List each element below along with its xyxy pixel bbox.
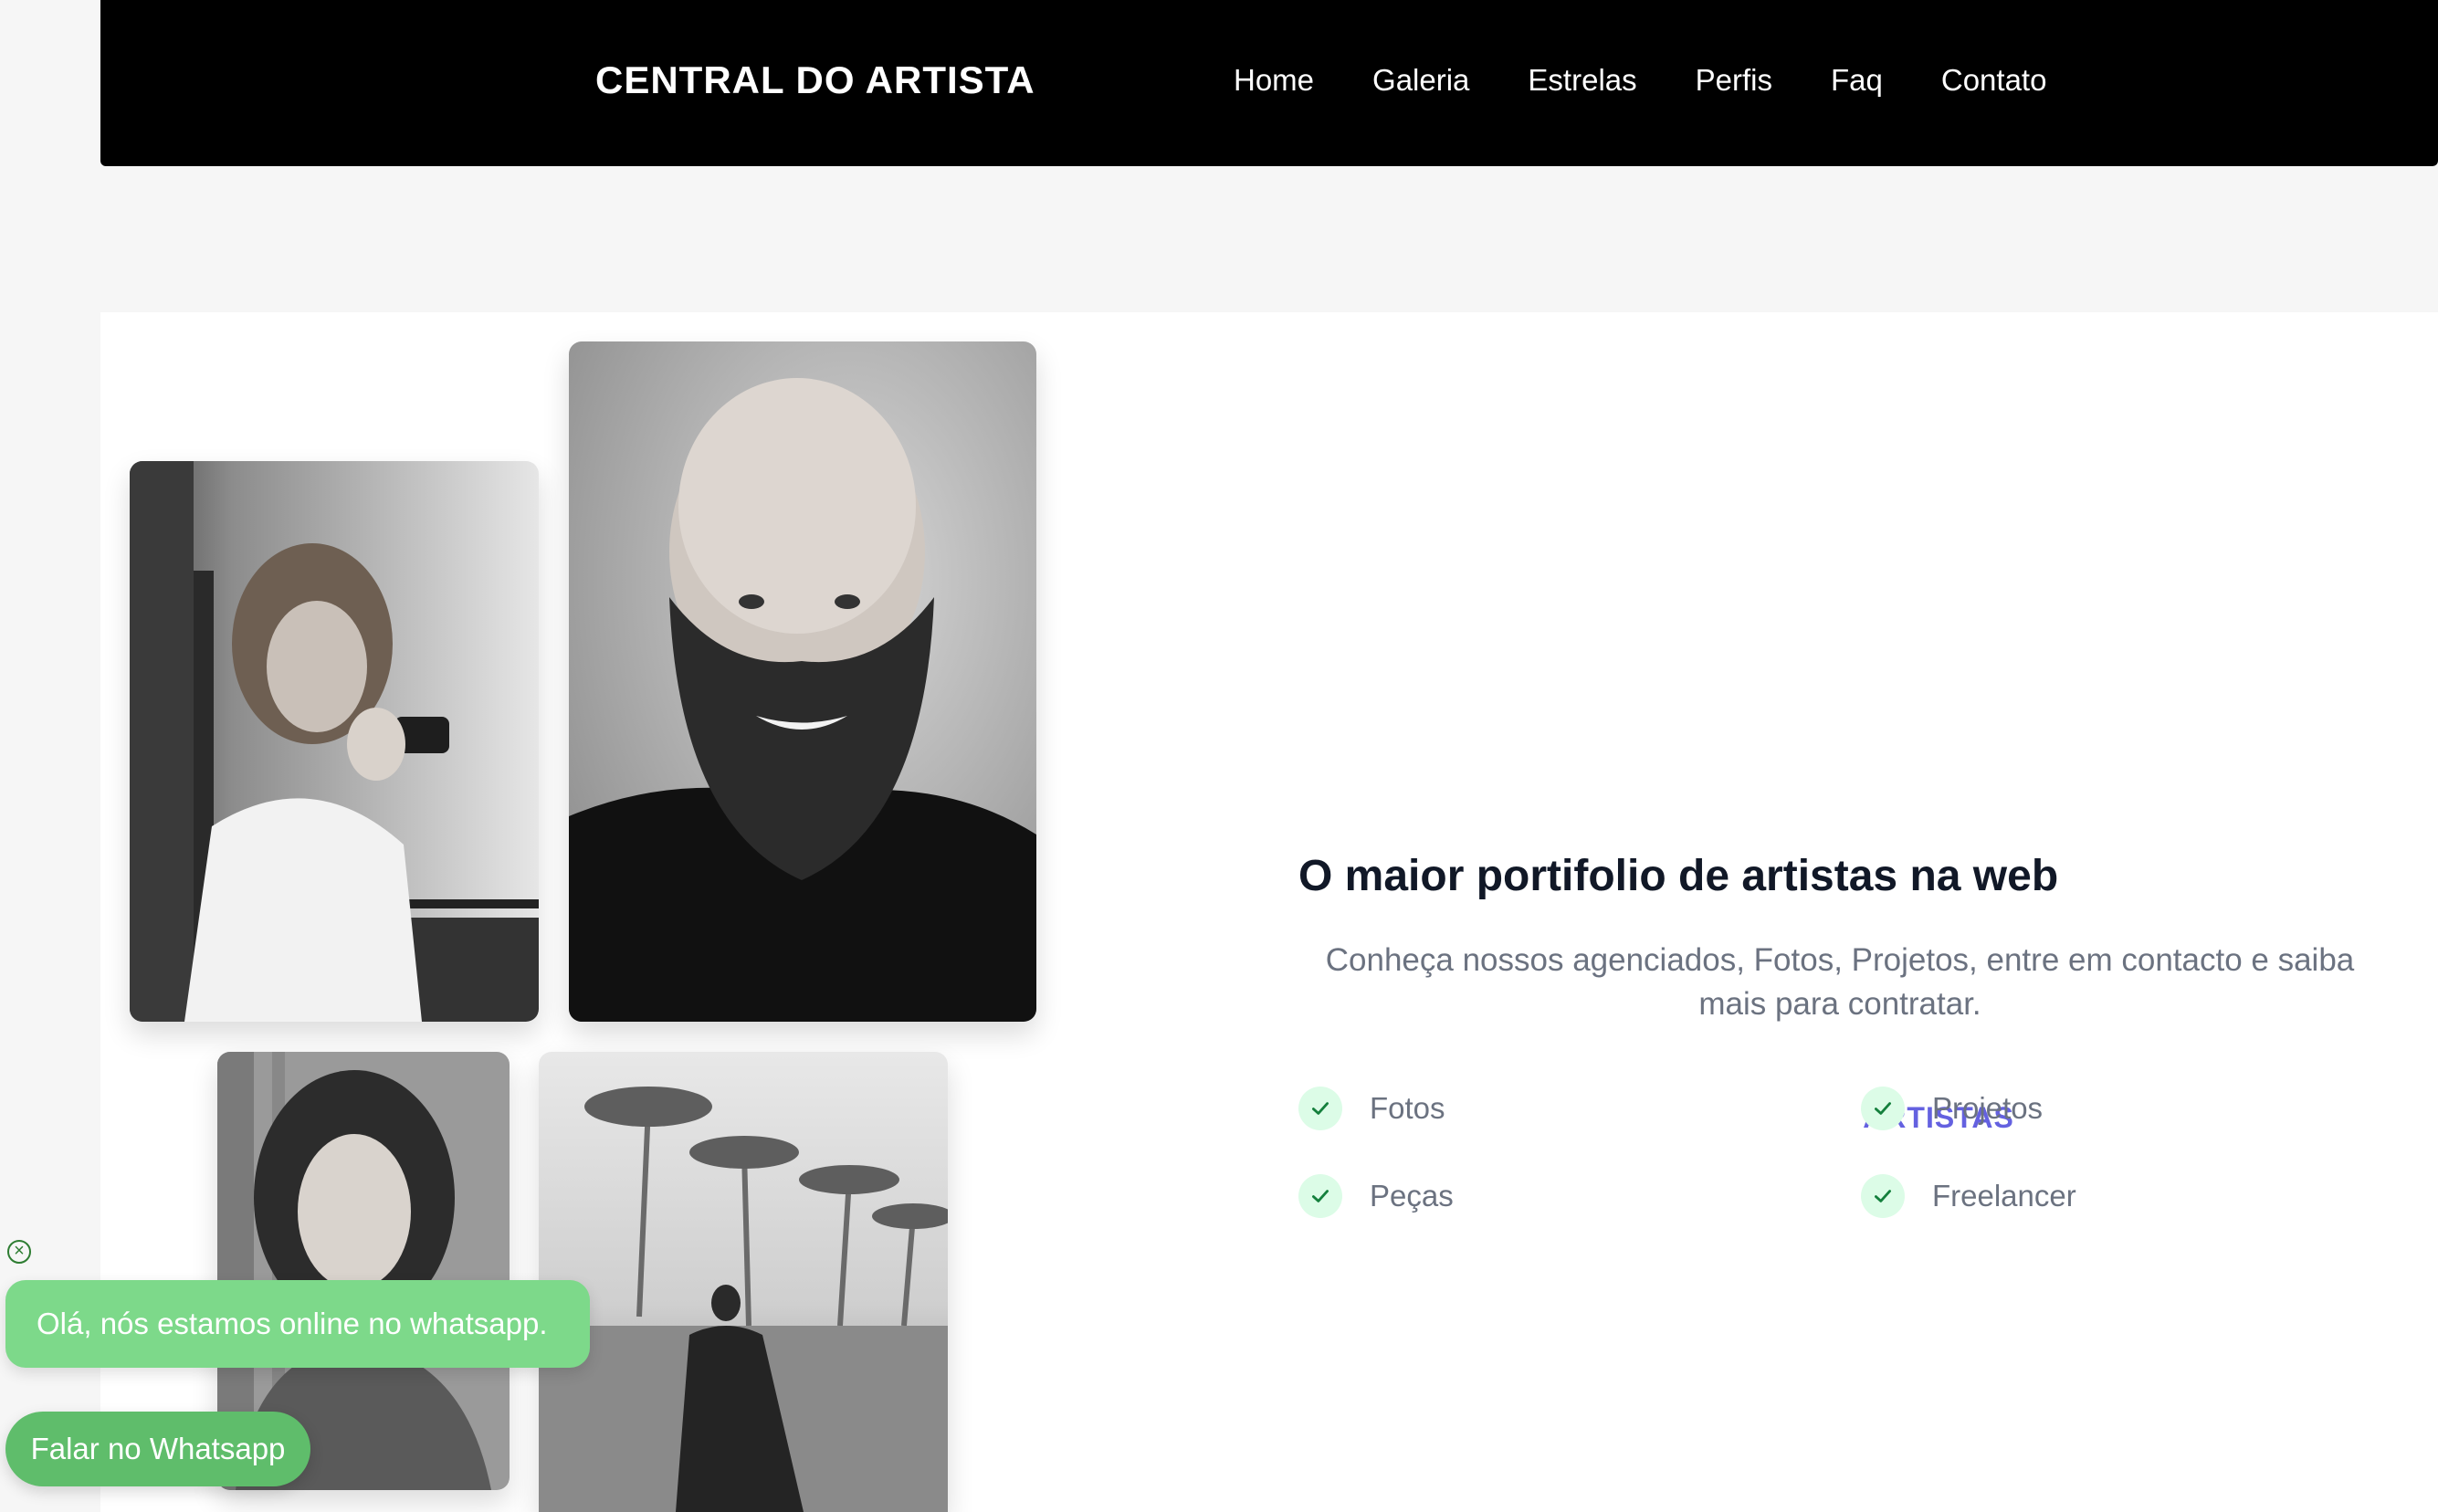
nav-faq[interactable]: Faq [1831, 55, 1883, 106]
section-title: O maior portifolio de artistas na web [1298, 852, 2059, 900]
check-icon [1861, 1174, 1905, 1218]
feature-fotos: Fotos [1298, 1087, 1445, 1130]
nav-galeria[interactable]: Galeria [1372, 55, 1469, 106]
nav-contato[interactable]: Contato [1941, 55, 2047, 106]
whatsapp-chat-button[interactable]: Falar no Whatsapp [5, 1412, 310, 1486]
photo-bearded-man [569, 341, 1036, 1022]
check-icon [1861, 1087, 1905, 1130]
photo-woman-with-camera [130, 461, 539, 1022]
check-icon [1298, 1087, 1342, 1130]
nav-estrelas[interactable]: Estrelas [1528, 55, 1636, 106]
whatsapp-message-bubble[interactable]: Olá, nós estamos online no whatsapp. [5, 1280, 590, 1368]
nav-perfis[interactable]: Perfis [1696, 55, 1772, 106]
feature-pecas: Peças [1298, 1174, 1454, 1218]
section-description: Conheça nossos agenciados, Fotos, Projet… [1325, 942, 2355, 1022]
nav-home[interactable]: Home [1234, 55, 1314, 106]
photo-palm-field-person [539, 1052, 948, 1512]
feature-label: Peças [1370, 1179, 1454, 1213]
check-icon [1298, 1174, 1342, 1218]
feature-projetos: Projetos [1861, 1087, 2043, 1130]
feature-label: Freelancer [1932, 1179, 2076, 1213]
main-nav: Home Galeria Estrelas Perfis Faq Contato [1234, 55, 2046, 106]
feature-label: Projetos [1932, 1091, 2044, 1125]
feature-freelancer: Freelancer [1861, 1174, 2076, 1218]
close-icon[interactable]: × [7, 1240, 31, 1264]
top-navbar: CENTRAL DO ARTISTA Home Galeria Estrelas… [100, 0, 2438, 166]
feature-label: Fotos [1370, 1091, 1445, 1125]
site-logo-text[interactable]: CENTRAL DO ARTISTA [595, 55, 1035, 106]
